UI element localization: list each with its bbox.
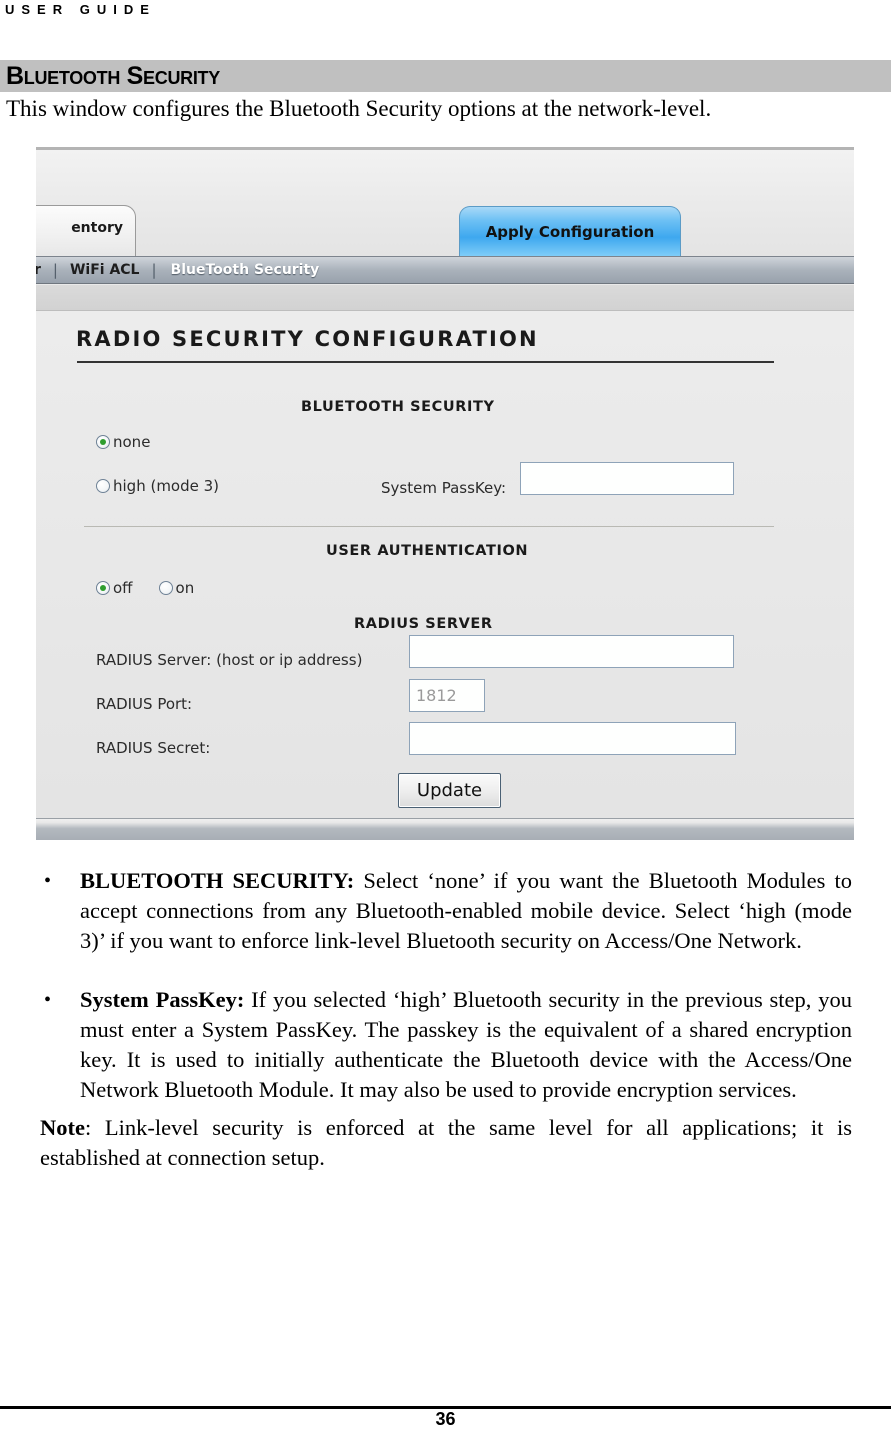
- note-term: Note: [40, 1115, 85, 1140]
- radio-label-off: off: [113, 579, 133, 597]
- sub-toolbar: [36, 285, 854, 311]
- radio-label-none: none: [113, 433, 151, 451]
- nav-item-wifi-acl[interactable]: WiFi ACL: [58, 262, 152, 278]
- navigation-bar: r | WiFi ACL | BlueTooth Security: [36, 256, 854, 284]
- radio-option-on[interactable]: on: [158, 579, 195, 597]
- user-authentication-heading: USER AUTHENTICATION: [326, 543, 529, 559]
- bluetooth-security-heading: BLUETOOTH SECURITY: [301, 399, 495, 415]
- apply-configuration-label: Apply Configuration: [485, 222, 655, 241]
- radio-option-off[interactable]: off: [96, 579, 133, 597]
- page-number: 36: [435, 1409, 456, 1429]
- update-button[interactable]: Update: [398, 773, 501, 808]
- radius-secret-input[interactable]: [409, 722, 736, 755]
- section-divider: [84, 526, 774, 527]
- radio-option-high[interactable]: high (mode 3): [96, 477, 219, 495]
- list-item-text: BLUETOOTH SECURITY: Select ‘none’ if you…: [80, 866, 852, 956]
- system-passkey-label: System PassKey:: [381, 479, 507, 497]
- list-item: • System PassKey: If you selected ‘high’…: [40, 985, 852, 1105]
- nav-item-bluetooth-security[interactable]: BlueTooth Security: [157, 262, 332, 278]
- running-head: USER GUIDE: [5, 2, 156, 17]
- list-item: • BLUETOOTH SECURITY: Select ‘none’ if y…: [40, 866, 852, 956]
- radius-port-label: RADIUS Port:: [96, 695, 193, 713]
- bluetooth-security-radio-none[interactable]: none: [96, 433, 176, 451]
- radio-icon-selected: [96, 435, 110, 449]
- tab-inventory[interactable]: entory: [36, 205, 136, 257]
- panel-title-underline: [77, 361, 774, 363]
- radius-secret-label: RADIUS Secret:: [96, 739, 211, 757]
- tab-inventory-label: entory: [71, 220, 123, 236]
- configuration-panel: RADIO SECURITY CONFIGURATION BLUETOOTH S…: [36, 311, 854, 818]
- note-paragraph: Note: Link-level security is enforced at…: [40, 1113, 852, 1173]
- list-item-term: BLUETOOTH SECURITY:: [80, 868, 355, 893]
- radio-label-on: on: [175, 579, 195, 597]
- radio-option-none[interactable]: none: [96, 433, 150, 451]
- user-authentication-radios[interactable]: off on: [96, 579, 220, 597]
- radius-server-input[interactable]: [409, 635, 734, 668]
- panel-title: RADIO SECURITY CONFIGURATION: [76, 327, 539, 351]
- bullet-marker: •: [44, 870, 52, 892]
- list-item-text: System PassKey: If you selected ‘high’ B…: [80, 985, 852, 1105]
- list-item-term: System PassKey:: [80, 987, 245, 1012]
- intro-paragraph: This window configures the Bluetooth Sec…: [6, 96, 712, 121]
- navigation-items: r | WiFi ACL | BlueTooth Security: [36, 261, 331, 279]
- note-text: : Link-level security is enforced at the…: [40, 1115, 852, 1170]
- bluetooth-security-radio-high[interactable]: high (mode 3): [96, 477, 245, 495]
- page-title: Bluetooth Security: [6, 62, 220, 90]
- apply-configuration-button[interactable]: Apply Configuration: [459, 206, 681, 256]
- nav-item-truncated[interactable]: r: [36, 262, 53, 278]
- radio-icon-unselected: [158, 581, 173, 595]
- bullet-marker: •: [44, 989, 52, 1011]
- screenshot-header: entory Apply Configuration: [36, 150, 854, 257]
- radius-server-label: RADIUS Server: (host or ip address): [96, 651, 363, 669]
- radius-port-input[interactable]: 1812: [409, 679, 485, 712]
- screenshot-footer-bar: [36, 818, 854, 840]
- radio-icon-unselected: [96, 479, 110, 493]
- radio-label-high: high (mode 3): [113, 477, 220, 495]
- radio-icon-selected: [96, 581, 110, 595]
- radius-server-heading: RADIUS SERVER: [354, 616, 493, 632]
- embedded-screenshot: entory Apply Configuration r | WiFi ACL …: [36, 147, 854, 840]
- system-passkey-input[interactable]: [520, 462, 734, 495]
